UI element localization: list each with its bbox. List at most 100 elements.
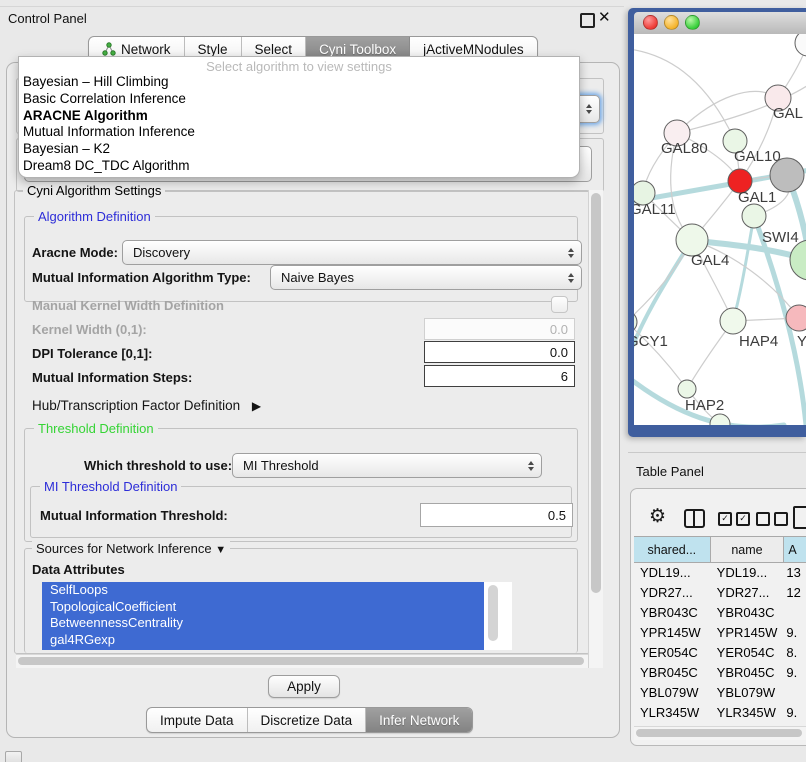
collapse-arrow-icon: ▼ xyxy=(215,544,226,556)
network-node[interactable] xyxy=(742,204,766,228)
table-cell: 12 xyxy=(784,585,806,600)
tab-impute-data[interactable]: Impute Data xyxy=(147,708,248,732)
manual-kernel-checkbox[interactable] xyxy=(551,296,568,313)
screen: Control Panel ✕ Network Style Select Cyn… xyxy=(0,0,806,762)
table-row[interactable]: YBL079WYBL079W xyxy=(634,682,806,702)
network-node-label: GAL80 xyxy=(661,140,708,157)
settings-horizontal-scrollbar[interactable] xyxy=(16,654,588,668)
select-all-columns-icon[interactable]: ✓ ✓ xyxy=(718,512,750,526)
gear-icon[interactable]: ⚙ xyxy=(649,507,666,526)
aracne-mode-combo[interactable]: Discovery xyxy=(122,240,582,265)
tab-discretize-data[interactable]: Discretize Data xyxy=(248,708,367,732)
data-attribute-item[interactable]: BetweennessCentrality xyxy=(42,615,484,632)
algorithm-option[interactable]: Mutual Information Inference xyxy=(19,124,579,141)
checked-box-icon: ✓ xyxy=(736,512,750,526)
close-traffic-light-icon[interactable] xyxy=(643,15,658,30)
control-panel-titlebar xyxy=(0,6,624,33)
table-cell: 8. xyxy=(784,645,806,660)
table-cell: YLR345W xyxy=(711,705,785,720)
network-nodes: GALGAL80GAL10GAL1GAL11SWI4GAL4GCY1HAP4YH… xyxy=(634,34,806,425)
network-node[interactable] xyxy=(710,414,730,425)
minimize-traffic-light-icon[interactable] xyxy=(664,15,679,30)
apply-button[interactable]: Apply xyxy=(268,675,340,698)
table-row[interactable]: YBR045CYBR045C9. xyxy=(634,662,806,682)
algorithm-option[interactable]: Basic Correlation Inference xyxy=(19,91,579,108)
apply-button-label: Apply xyxy=(287,679,321,694)
hub-definition-toggle[interactable]: Hub/Transcription Factor Definition ▶ xyxy=(32,398,261,413)
aracne-mode-label: Aracne Mode: xyxy=(32,245,118,260)
column-layout-icon[interactable] xyxy=(684,509,705,528)
column-header-shared-name[interactable]: shared... xyxy=(634,537,711,562)
settings-hscroll-thumb[interactable] xyxy=(18,657,584,665)
data-attribute-item[interactable]: gal4RGexp xyxy=(42,632,484,649)
network-node[interactable] xyxy=(678,380,696,398)
table-cell: YDL19... xyxy=(711,565,785,580)
table-row[interactable]: YER054CYER054C8. xyxy=(634,642,806,662)
table-cell: YBL079W xyxy=(711,685,785,700)
column-header-partial[interactable]: A xyxy=(784,537,806,562)
table-cell: YBL079W xyxy=(634,685,711,700)
network-node[interactable] xyxy=(720,308,746,334)
network-node-label: GAL xyxy=(773,105,803,122)
table-hscroll-thumb[interactable] xyxy=(636,729,802,737)
dpi-tolerance-field[interactable]: 0.0 xyxy=(424,341,575,363)
float-window-icon[interactable] xyxy=(580,13,595,28)
algorithm-option[interactable]: Bayesian – K2 xyxy=(19,141,579,158)
column-header-name[interactable]: name xyxy=(711,537,785,562)
tab-jactivemnodules-label: jActiveMNodules xyxy=(423,42,524,57)
kernel-width-field[interactable]: 0.0 xyxy=(424,318,575,340)
algorithm-option[interactable]: Bayesian – Hill Climbing xyxy=(19,74,579,91)
mi-steps-field[interactable]: 6 xyxy=(424,365,575,387)
algorithm-option[interactable]: Dream8 DC_TDC Algorithm xyxy=(19,158,579,175)
network-canvas[interactable]: GALGAL80GAL10GAL1GAL11SWI4GAL4GCY1HAP4YH… xyxy=(634,34,806,425)
data-attributes-list[interactable]: SelfLoopsTopologicalCoefficientBetweenne… xyxy=(42,582,512,650)
list-scrollbar-thumb[interactable] xyxy=(488,585,498,641)
new-table-file-icon[interactable] xyxy=(793,506,806,529)
network-node-label: Y xyxy=(797,333,806,350)
mi-threshold-group-title: MI Threshold Definition xyxy=(40,479,181,494)
table-row[interactable]: YDL19...YDL19...13 xyxy=(634,562,806,582)
table-row[interactable]: YBR043CYBR043C xyxy=(634,602,806,622)
sources-group-title[interactable]: Sources for Network Inference ▼ xyxy=(32,541,230,556)
which-threshold-label: Which threshold to use: xyxy=(84,458,232,473)
tab-cyni-toolbox-label: Cyni Toolbox xyxy=(319,42,396,57)
algorithm-definition-title: Algorithm Definition xyxy=(34,209,155,224)
combo-arrows-icon xyxy=(568,273,574,283)
minimized-panel-button[interactable] xyxy=(5,751,22,762)
table-cell: YDR27... xyxy=(634,585,711,600)
table-cell: YLR345W xyxy=(634,705,711,720)
which-threshold-combo[interactable]: MI Threshold xyxy=(232,453,542,478)
algorithm-dropdown-popup: Select algorithm to view settings Bayesi… xyxy=(18,56,580,178)
table-cell: YBR045C xyxy=(711,665,785,680)
table-row[interactable]: YLR345WYLR345W9. xyxy=(634,702,806,722)
table-row[interactable]: YPR145WYPR145W9. xyxy=(634,622,806,642)
kernel-width-value: 0.0 xyxy=(550,322,568,337)
tab-infer-network[interactable]: Infer Network xyxy=(366,708,472,732)
network-window-titlebar[interactable] xyxy=(634,12,806,35)
network-node[interactable] xyxy=(770,158,804,192)
table-header-row: shared... name A xyxy=(634,536,806,563)
unchecked-box-icon xyxy=(756,512,770,526)
mi-type-combo[interactable]: Naive Bayes xyxy=(270,265,582,290)
settings-vertical-scrollbar[interactable] xyxy=(588,190,603,668)
algorithm-option-list: Bayesian – Hill ClimbingBasic Correlatio… xyxy=(19,74,579,175)
mi-threshold-field[interactable]: 0.5 xyxy=(420,503,573,527)
network-node-label: SWI4 xyxy=(762,229,799,246)
data-attribute-item[interactable]: TopologicalCoefficient xyxy=(42,599,484,616)
data-attribute-item[interactable]: SelfLoops xyxy=(42,582,484,599)
network-node[interactable] xyxy=(790,240,806,280)
network-node[interactable] xyxy=(634,311,637,333)
close-icon[interactable]: ✕ xyxy=(598,8,611,26)
settings-vscroll-thumb[interactable] xyxy=(591,193,601,593)
zoom-traffic-light-icon[interactable] xyxy=(685,15,700,30)
network-node[interactable] xyxy=(795,34,806,56)
table-row[interactable]: YDR27...YDR27...12 xyxy=(634,582,806,602)
threshold-definition-title: Threshold Definition xyxy=(34,421,158,436)
hub-definition-label: Hub/Transcription Factor Definition xyxy=(32,398,240,413)
table-horizontal-scrollbar[interactable] xyxy=(634,726,806,740)
tab-select-label: Select xyxy=(255,42,293,57)
mi-threshold-label: Mutual Information Threshold: xyxy=(40,508,228,523)
deselect-all-columns-icon[interactable] xyxy=(756,512,788,526)
combo-arrows-icon xyxy=(528,461,534,471)
algorithm-option[interactable]: ARACNE Algorithm xyxy=(19,108,579,125)
